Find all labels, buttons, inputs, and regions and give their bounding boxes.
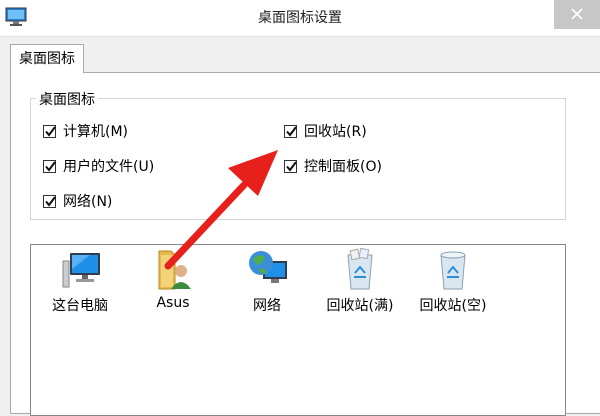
list-item-network[interactable]: 网络 bbox=[224, 245, 310, 315]
checkbox-label: 控制面板(O) bbox=[304, 159, 382, 175]
checkmark-icon bbox=[45, 195, 56, 207]
list-item-recycle-bin-empty[interactable]: 回收站(空) bbox=[410, 245, 496, 315]
computer-icon bbox=[62, 253, 100, 288]
user-folder-icon bbox=[158, 250, 191, 290]
checkbox-computer[interactable]: 计算机(M) bbox=[43, 121, 128, 141]
group-legend: 桌面图标 bbox=[36, 89, 98, 109]
checkbox-network[interactable]: 网络(N) bbox=[43, 191, 112, 211]
list-item-label: 网络 bbox=[253, 298, 281, 314]
recycle-bin-full-icon bbox=[347, 247, 373, 290]
checkmark-icon bbox=[45, 125, 56, 137]
checkbox-recycle-bin[interactable]: 回收站(R) bbox=[284, 121, 367, 141]
window-title: 桌面图标设置 bbox=[258, 10, 342, 26]
checkbox-label: 回收站(R) bbox=[304, 124, 367, 140]
tab-desktop-icons[interactable]: 桌面图标 bbox=[10, 44, 84, 73]
close-button[interactable] bbox=[554, 0, 600, 29]
list-item-recycle-bin-full[interactable]: 回收站(满) bbox=[317, 245, 403, 315]
list-item-label: Asus bbox=[156, 295, 190, 311]
checkbox-control-panel[interactable]: 控制面板(O) bbox=[284, 156, 382, 176]
network-globe-icon bbox=[249, 251, 287, 283]
list-item-label: 这台电脑 bbox=[52, 298, 108, 314]
checkmark-icon bbox=[286, 160, 297, 172]
icon-list[interactable]: 这台电脑 Asus 网络 回收站(满) 回收站(空) bbox=[30, 244, 566, 416]
checkmark-icon bbox=[286, 125, 297, 137]
title-bar: 桌面图标设置 bbox=[0, 0, 600, 37]
close-icon bbox=[571, 8, 583, 20]
checkbox-user-files[interactable]: 用户的文件(U) bbox=[43, 156, 154, 176]
list-item-label: 回收站(空) bbox=[419, 298, 487, 314]
list-item-label: 回收站(满) bbox=[326, 298, 394, 314]
recycle-bin-empty-icon bbox=[440, 251, 466, 290]
checkbox-label: 用户的文件(U) bbox=[63, 159, 155, 175]
checkbox-label: 计算机(M) bbox=[63, 124, 129, 140]
list-item-this-pc[interactable]: 这台电脑 bbox=[37, 245, 123, 315]
list-item-asus[interactable]: Asus bbox=[130, 245, 216, 311]
checkmark-icon bbox=[45, 160, 56, 172]
checkbox-label: 网络(N) bbox=[63, 194, 113, 210]
